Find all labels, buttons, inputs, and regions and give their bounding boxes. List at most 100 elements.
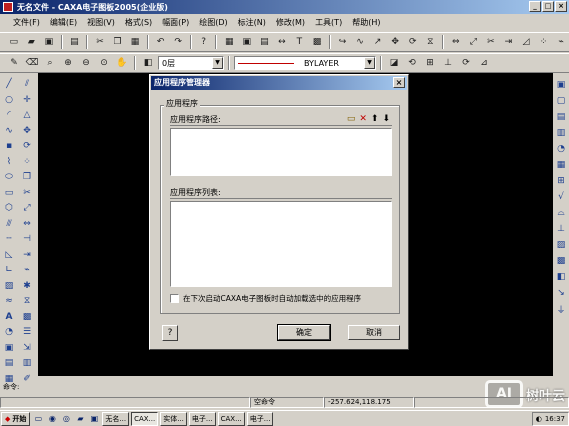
break-icon[interactable]: ⌁ — [553, 35, 569, 50]
arrow-icon[interactable]: ↘ — [553, 286, 569, 300]
linetype-select[interactable]: BYLAYER ▼ — [234, 56, 376, 70]
desktop-icon[interactable]: ▭ — [32, 413, 44, 425]
polyline-icon[interactable]: ⌇ — [1, 155, 17, 169]
taskbar-item[interactable]: CAX... — [131, 411, 159, 426]
autoload-checkbox[interactable]: 在下次启动CAXA电子图板时自动加载选中的应用程序 — [170, 293, 361, 304]
explode-icon[interactable]: ✱ — [19, 279, 35, 293]
attribute-icon[interactable]: ▥ — [19, 356, 35, 370]
undo-icon[interactable]: ↶ — [153, 35, 169, 50]
menu-edit[interactable]: 编辑(E) — [45, 17, 82, 28]
move-icon[interactable]: ✥ — [19, 124, 35, 138]
ortho-icon[interactable]: ⊥ — [440, 56, 456, 71]
insert-icon[interactable]: ⇲ — [19, 341, 35, 355]
match-icon[interactable]: ⟲ — [404, 56, 420, 71]
table-icon[interactable]: ▤ — [257, 35, 273, 50]
copy-icon[interactable]: ❐ — [19, 170, 35, 184]
array-icon[interactable]: ⁘ — [536, 35, 552, 50]
sheet-icon[interactable]: ▣ — [553, 78, 569, 92]
rectangle-icon[interactable]: ▭ — [1, 186, 17, 200]
extend-icon[interactable]: ⇥ — [19, 248, 35, 262]
roughness-icon[interactable]: √ — [553, 190, 569, 204]
paste-icon[interactable]: ▦ — [127, 35, 143, 50]
menu-help[interactable]: 帮助(H) — [347, 17, 385, 28]
menu-tools[interactable]: 工具(T) — [310, 17, 347, 28]
align-icon[interactable]: ☰ — [19, 325, 35, 339]
zoom-in-icon[interactable]: ⊕ — [60, 56, 76, 71]
table-icon[interactable]: ▤ — [1, 356, 17, 370]
layer-icon[interactable]: ◧ — [140, 56, 156, 71]
cut-icon[interactable]: ✂ — [92, 35, 108, 50]
circle-icon[interactable]: ○ — [1, 93, 17, 107]
new-file-icon[interactable]: ▭ — [6, 35, 22, 50]
frame-icon[interactable]: ▢ — [553, 94, 569, 108]
menu-file[interactable]: 文件(F) — [8, 17, 45, 28]
centerline-icon[interactable]: ╌ — [1, 232, 17, 246]
checkbox-box[interactable] — [170, 294, 179, 303]
stretch-icon[interactable]: ⇔ — [448, 35, 464, 50]
parallel-icon[interactable]: ⫽ — [19, 77, 35, 91]
move-down-icon[interactable]: ⬇ — [382, 114, 390, 125]
pointer-icon[interactable]: ↗ — [370, 35, 386, 50]
eraser-icon[interactable]: ⌫ — [24, 56, 40, 71]
block-icon[interactable]: ▣ — [1, 341, 17, 355]
extend-icon[interactable]: ⇥ — [501, 35, 517, 50]
parts-list-icon[interactable]: ▥ — [553, 126, 569, 140]
new-path-icon[interactable]: ▭ — [347, 114, 356, 125]
text-icon[interactable]: T — [292, 35, 308, 50]
ok-button[interactable]: 确定 — [277, 324, 331, 341]
triangle-icon[interactable]: △ — [19, 108, 35, 122]
move-icon[interactable]: ✥ — [387, 35, 403, 50]
menu-modify[interactable]: 修改(M) — [271, 17, 310, 28]
explorer-icon[interactable]: ◉ — [46, 413, 58, 425]
rotate-icon[interactable]: ⟳ — [19, 139, 35, 153]
library-icon[interactable]: ▩ — [553, 254, 569, 268]
snap-icon[interactable]: ⊞ — [422, 56, 438, 71]
mirror-icon[interactable]: ⧖ — [422, 35, 438, 50]
wave-icon[interactable]: ≈ — [1, 294, 17, 308]
measure-icon[interactable]: ⊿ — [476, 56, 492, 71]
grid-icon[interactable]: ▦ — [221, 35, 237, 50]
zoom-window-icon[interactable]: ⌕ — [42, 56, 58, 71]
trim-icon[interactable]: ⊣ — [19, 232, 35, 246]
chevron-down-icon[interactable]: ▼ — [212, 57, 223, 69]
bom-icon[interactable]: ▦ — [553, 158, 569, 172]
help-icon[interactable]: ? — [196, 35, 212, 50]
menu-dimension[interactable]: 标注(N) — [233, 17, 271, 28]
pan-icon[interactable]: ✋ — [114, 56, 130, 71]
arc-icon[interactable]: ↪ — [335, 35, 351, 50]
point-icon[interactable]: ▪ — [1, 139, 17, 153]
text-icon[interactable]: A — [1, 310, 17, 324]
redo-icon[interactable]: ↷ — [170, 35, 186, 50]
maximize-button[interactable]: □ — [542, 1, 554, 12]
app-icon[interactable]: ▣ — [88, 413, 100, 425]
taskbar-item[interactable]: 电子... — [246, 411, 274, 426]
ellipse-icon[interactable]: ⬭ — [1, 170, 17, 184]
close-button[interactable]: × — [555, 1, 567, 12]
taskbar-item[interactable]: 无名... — [102, 411, 130, 426]
redraw-icon[interactable]: ⟳ — [458, 56, 474, 71]
weld-icon[interactable]: ⌓ — [553, 206, 569, 220]
menu-sheet[interactable]: 幅面(P) — [157, 17, 194, 28]
balloon-icon[interactable]: ◔ — [1, 325, 17, 339]
angle-icon[interactable]: ∟ — [1, 263, 17, 277]
tray-icon[interactable]: ◐ — [536, 415, 542, 423]
trim-icon[interactable]: ✂ — [483, 35, 499, 50]
line-icon[interactable]: ╱ — [1, 77, 17, 91]
hexagon-icon[interactable]: ⬡ — [1, 201, 17, 215]
title-block-icon[interactable]: ▤ — [553, 110, 569, 124]
layer-icon[interactable]: ◧ — [553, 270, 569, 284]
properties-icon[interactable]: ▣ — [239, 35, 255, 50]
menu-draw[interactable]: 绘图(D) — [194, 17, 232, 28]
cancel-button[interactable]: 取消 — [348, 325, 400, 340]
menu-format[interactable]: 格式(S) — [120, 17, 157, 28]
path-listbox[interactable] — [170, 128, 392, 176]
start-button[interactable]: ◆ 开始 — [1, 411, 31, 426]
folder-icon[interactable]: ▰ — [74, 413, 86, 425]
rotate-icon[interactable]: ⟳ — [405, 35, 421, 50]
help-button[interactable]: ? — [162, 325, 178, 341]
balloon-icon[interactable]: ◔ — [553, 142, 569, 156]
zoom-out-icon[interactable]: ⊖ — [78, 56, 94, 71]
media-icon[interactable]: ◎ — [60, 413, 72, 425]
chamfer-icon[interactable]: ◿ — [518, 35, 534, 50]
application-listbox[interactable] — [170, 201, 392, 287]
